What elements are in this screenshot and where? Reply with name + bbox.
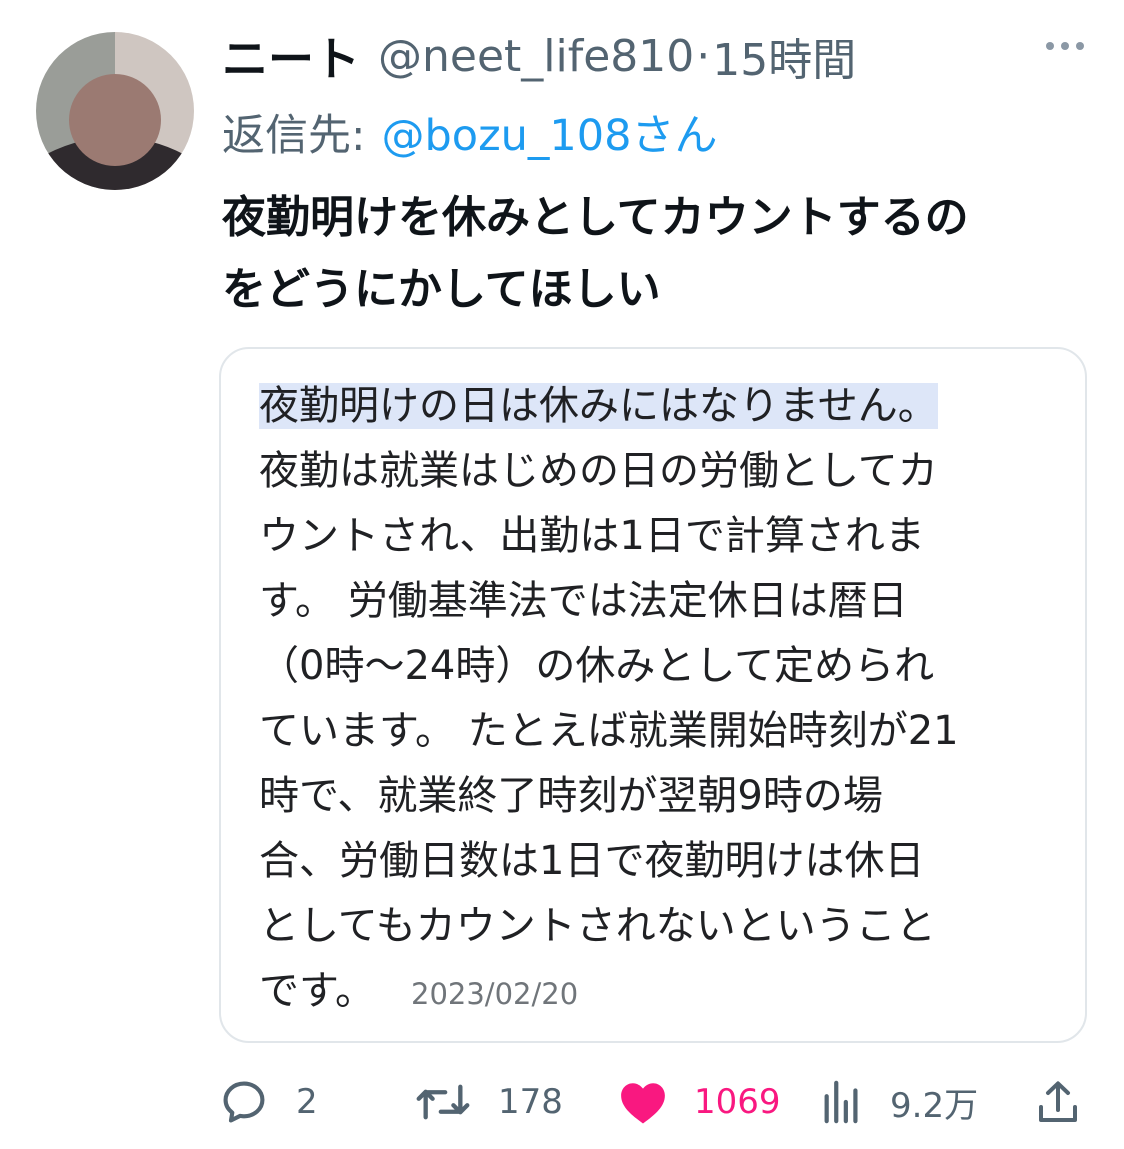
quoted-text-line: 夜勤明けの日は休みにはなりません。 [259,374,1059,439]
like-count: 1069 [694,1082,781,1122]
tweet-text-line: をどうにかしてほしい [222,264,661,315]
quoted-text-line: 夜勤は就業はじめの日の労働としてカ [259,448,938,494]
more-dot [1061,42,1069,50]
more-dot [1076,42,1084,50]
author-handle[interactable]: @neet_life810 [378,31,694,82]
separator-dot: · [696,30,711,82]
author-display-name[interactable]: ニート [222,23,360,89]
bar-chart-icon [824,1080,858,1124]
like-button[interactable]: 1069 [618,1072,781,1132]
retweet-button[interactable]: 178 [414,1072,563,1132]
more-options-icon[interactable] [1046,42,1084,50]
reply-count: 2 [296,1082,318,1122]
tweet-text: 夜勤明けを休みとしてカウントするの をどうにかしてほしい [222,182,1092,326]
quoted-text-last-line: です。 2023/02/20 [259,959,1059,1027]
quoted-text-end: です。 [259,968,375,1014]
retweet-icon [416,1084,470,1120]
reply-to-line: 返信先: @bozu_108さん [222,100,718,164]
views-button[interactable]: 9.2万 [820,1072,978,1132]
quoted-text: 夜勤明けの日は休みにはなりません。 夜勤は就業はじめの日の労働としてカ ウントさ… [259,374,1059,1027]
action-bar: 2 178 1069 9.2万 [218,1072,1088,1132]
highlighted-sentence: 夜勤明けの日は休みにはなりません。 [259,383,938,429]
quoted-date: 2023/02/20 [411,977,579,1011]
retweet-count: 178 [498,1082,563,1122]
tweet-header: ニート @neet_life810 · 15時間 [222,24,1094,88]
avatar[interactable] [36,32,194,190]
quoted-image-card[interactable]: 夜勤明けの日は休みにはなりません。 夜勤は就業はじめの日の労働としてカ ウントさ… [219,347,1087,1043]
heart-icon [621,1083,665,1124]
quoted-text-line: 時で、就業終了時刻が翌朝9時の場 [259,773,883,819]
share-button[interactable] [1034,1072,1082,1132]
share-icon [1039,1081,1077,1122]
quoted-text-line: す。 労働基準法では法定休日は暦日 [259,578,908,624]
quoted-text-line: ています。 たとえば就業開始時刻が21 [259,708,959,754]
tweet-text-line: 夜勤明けを休みとしてカウントするの [222,192,969,243]
quoted-text-line: 合、労働日数は1日で夜勤明けは休日 [259,838,925,884]
reply-button[interactable]: 2 [218,1072,318,1132]
more-dot [1046,42,1054,50]
reply-to-label: 返信先: [222,111,366,161]
tweet-timestamp[interactable]: 15時間 [712,24,856,88]
quoted-text-line: ウントされ、出勤は1日で計算されま [259,513,925,559]
view-count: 9.2万 [890,1085,979,1126]
reply-icon [223,1081,265,1123]
quoted-text-line: （0時～24時）の休みとして定められ [259,643,935,689]
reply-to-handle-link[interactable]: @bozu_108さん [382,101,718,163]
quoted-text-line: としてもカウントされないということ [259,903,936,949]
